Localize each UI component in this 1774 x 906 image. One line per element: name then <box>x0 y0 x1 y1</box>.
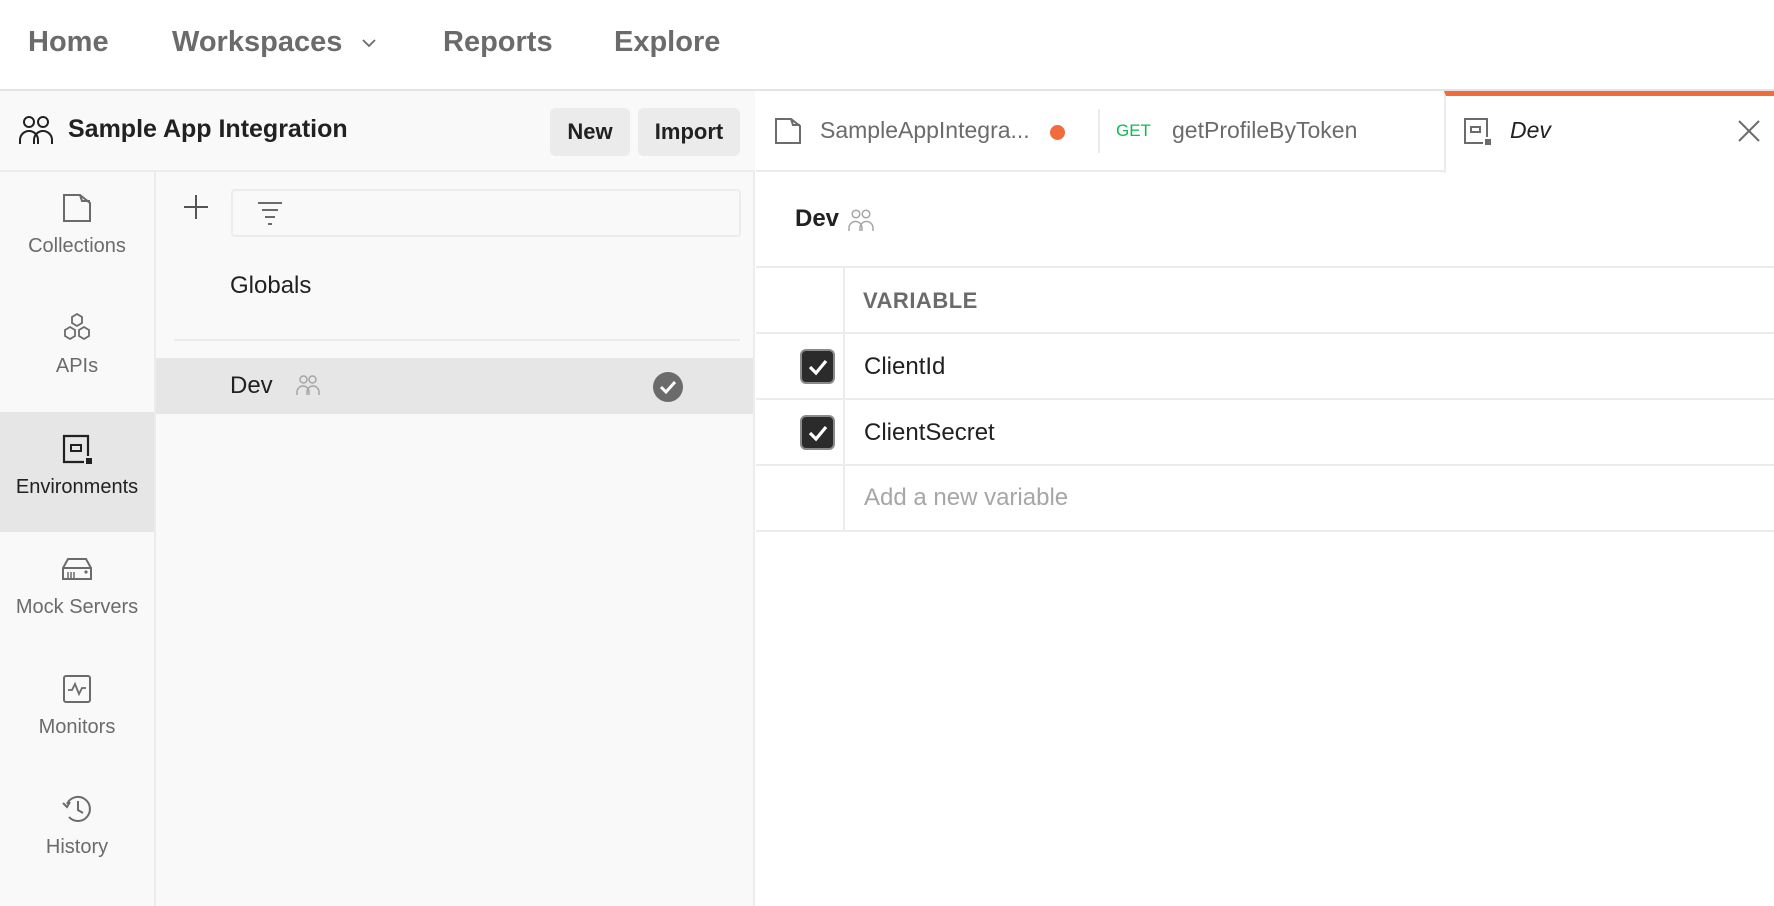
environment-item-dev[interactable]: Dev <box>156 358 753 414</box>
checkmark-icon <box>808 425 827 441</box>
nav-home[interactable]: Home <box>28 26 109 59</box>
nav-workspaces[interactable]: Workspaces <box>172 26 378 59</box>
sidebar-item-monitors[interactable]: Monitors <box>0 652 154 772</box>
nav-reports-label: Reports <box>443 26 553 58</box>
checkbox-cell <box>756 334 845 398</box>
workspace-title: Sample App Integration <box>68 115 348 143</box>
sidebar-item-label: Mock Servers <box>15 596 139 618</box>
nav-workspaces-label: Workspaces <box>172 26 343 58</box>
variable-name-cell[interactable]: ClientId <box>864 353 945 381</box>
environment-item-globals[interactable]: Globals <box>156 258 753 314</box>
history-icon <box>62 795 91 822</box>
top-navigation-bar: Home Workspaces Reports Explore <box>0 0 1774 91</box>
sidebar-rail: Collections APIs Environments Mock Serve… <box>0 91 156 906</box>
sidebar-item-apis[interactable]: APIs <box>0 291 154 411</box>
active-environment-check-icon[interactable] <box>652 371 684 403</box>
sidebar-item-label: Collections <box>28 235 126 257</box>
checkbox-column-header <box>756 268 845 332</box>
sidebar-item-label: Environments <box>15 476 139 498</box>
add-environment-icon[interactable] <box>182 193 210 221</box>
apis-icon <box>64 312 90 341</box>
add-variable-input[interactable] <box>864 484 1664 512</box>
sidebar-item-label: History <box>45 836 109 858</box>
add-variable-row <box>756 466 1774 532</box>
tab-request[interactable]: GET getProfileByToken <box>1098 91 1444 171</box>
http-method-badge: GET <box>1116 121 1151 140</box>
column-header-variable: VARIABLE <box>863 288 978 313</box>
variables-table: VARIABLE ClientId ClientSecret <box>756 268 1774 532</box>
variable-name-cell[interactable]: ClientSecret <box>864 419 995 447</box>
import-button[interactable]: Import <box>638 108 740 156</box>
tab-environment-dev[interactable]: Dev <box>1444 91 1774 173</box>
variable-enabled-checkbox[interactable] <box>800 415 835 450</box>
table-header-row: VARIABLE <box>756 268 1774 334</box>
team-icon <box>19 116 53 144</box>
nav-explore[interactable]: Explore <box>614 26 720 59</box>
nav-reports[interactable]: Reports <box>443 26 553 59</box>
monitor-icon <box>63 675 91 703</box>
environments-panel: Sample App Integration New Import Global… <box>0 91 755 906</box>
main-content: SampleAppIntegra... GET getProfileByToke… <box>756 91 1774 906</box>
shared-icon <box>848 209 874 231</box>
collections-icon <box>63 194 91 222</box>
sidebar-item-mock-servers[interactable]: Mock Servers <box>0 532 154 652</box>
environments-icon <box>62 434 92 464</box>
environment-header: Dev <box>756 172 1774 268</box>
nav-home-label: Home <box>28 26 109 58</box>
table-row: ClientSecret <box>756 400 1774 466</box>
environment-title: Dev <box>795 205 840 232</box>
unsaved-indicator <box>1050 125 1065 140</box>
variable-enabled-checkbox[interactable] <box>800 349 835 384</box>
table-row: ClientId <box>756 334 1774 400</box>
tab-label: getProfileByToken <box>1172 117 1358 143</box>
tab-collection[interactable]: SampleAppIntegra... <box>756 91 1098 171</box>
close-icon[interactable] <box>1736 118 1762 144</box>
mock-server-icon <box>62 558 92 580</box>
environment-name: Dev <box>230 372 273 399</box>
sidebar-item-history[interactable]: History <box>0 772 154 892</box>
workspace-header: Sample App Integration New Import <box>0 91 755 172</box>
new-button[interactable]: New <box>550 108 630 156</box>
collection-icon <box>775 118 801 144</box>
checkmark-icon <box>808 359 827 375</box>
tab-bar: SampleAppIntegra... GET getProfileByToke… <box>756 91 1774 173</box>
shared-icon <box>296 375 320 395</box>
environment-name: Globals <box>230 272 312 299</box>
sidebar-item-collections[interactable]: Collections <box>0 171 154 291</box>
tab-label: SampleAppIntegra... <box>820 117 1030 143</box>
sidebar-item-label: APIs <box>55 355 99 377</box>
filter-icon <box>258 202 282 225</box>
checkbox-cell <box>756 466 845 530</box>
sidebar-item-environments[interactable]: Environments <box>0 412 154 532</box>
tab-label: Dev <box>1510 117 1551 143</box>
nav-explore-label: Explore <box>614 26 721 58</box>
environment-icon <box>1464 118 1491 145</box>
sidebar-item-label: Monitors <box>38 716 116 738</box>
checkbox-cell <box>756 400 845 464</box>
filter-input[interactable] <box>231 189 741 237</box>
divider <box>174 339 740 341</box>
chevron-down-icon <box>362 38 376 47</box>
